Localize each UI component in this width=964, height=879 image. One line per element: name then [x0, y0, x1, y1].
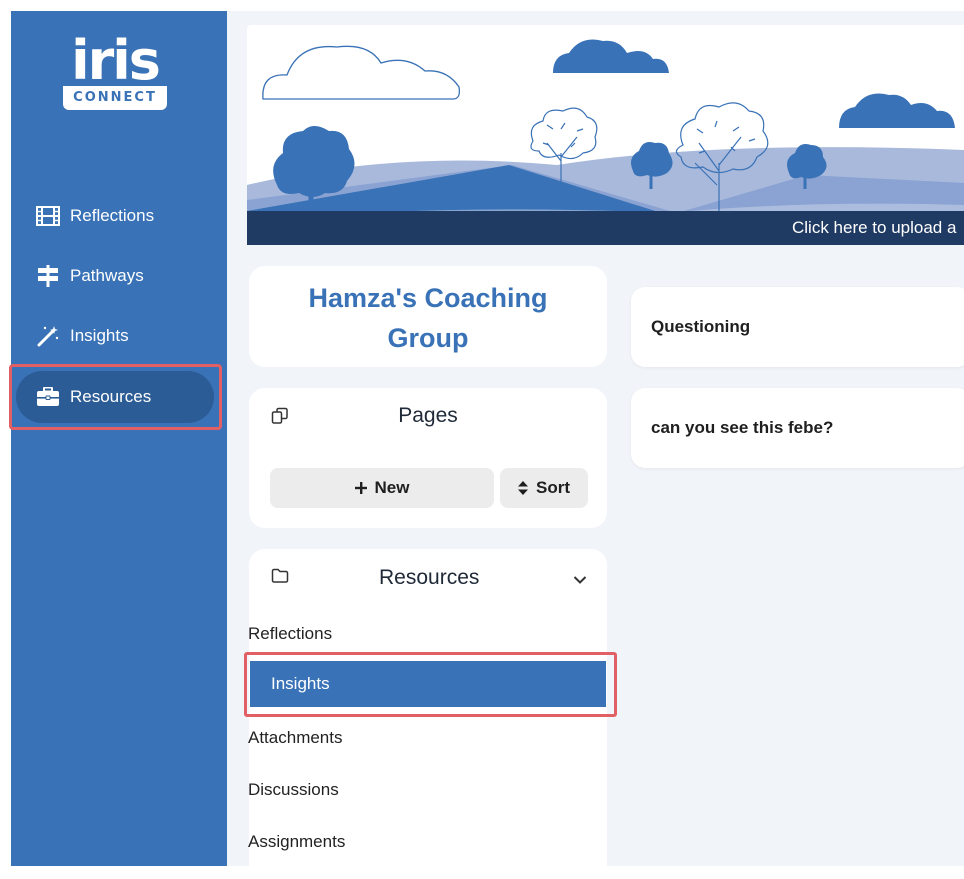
pages-panel: Pages New Sort	[249, 388, 607, 528]
page-card-questioning[interactable]: Questioning	[631, 287, 964, 367]
briefcase-icon	[36, 386, 60, 408]
pages-title: Pages	[398, 404, 458, 427]
page-card-title: can you see this febe?	[651, 418, 834, 437]
sidebar-item-label: Insights	[70, 326, 129, 345]
main-area: Click here to upload a Hamza's Coaching …	[227, 11, 964, 879]
sort-icon	[518, 481, 528, 495]
group-title: Hamza's Coaching Group	[308, 283, 548, 353]
sort-pages-button[interactable]: Sort	[500, 468, 588, 508]
resource-item-insights[interactable]: Insights	[250, 661, 606, 707]
chevron-down-icon[interactable]	[573, 572, 587, 590]
upload-cover-bar[interactable]: Click here to upload a	[247, 211, 964, 245]
logo-badge: CONNECT	[63, 86, 167, 110]
resources-title: Resources	[379, 566, 480, 589]
page-card-title: Questioning	[651, 317, 751, 336]
resource-item-discussions[interactable]: Discussions	[248, 780, 339, 800]
film-icon	[36, 205, 60, 227]
plus-icon	[354, 482, 367, 494]
sidebar-item-pathways[interactable]: Pathways	[16, 250, 214, 302]
sidebar: iris CONNECT Reflections Pathways Insigh…	[11, 11, 227, 866]
magic-wand-icon	[36, 325, 60, 347]
sort-pages-label: Sort	[536, 478, 570, 497]
sidebar-item-resources[interactable]: Resources	[16, 371, 214, 423]
sidebar-item-insights[interactable]: Insights	[16, 310, 214, 362]
sidebar-item-label: Pathways	[70, 266, 144, 285]
logo-word: iris	[71, 29, 161, 92]
resource-item-assignments[interactable]: Assignments	[248, 832, 345, 852]
page-card-febe[interactable]: can you see this febe?	[631, 388, 964, 468]
resources-panel: Resources	[249, 549, 607, 879]
new-page-button[interactable]: New	[270, 468, 494, 508]
new-page-label: New	[374, 478, 410, 497]
iris-connect-logo[interactable]: iris CONNECT	[63, 29, 167, 113]
sidebar-item-label: Resources	[70, 387, 152, 406]
sidebar-item-label: Reflections	[70, 206, 155, 225]
upload-cover-text: Click here to upload a	[792, 218, 957, 237]
group-banner[interactable]: Click here to upload a	[247, 25, 964, 245]
resource-item-reflections[interactable]: Reflections	[248, 624, 332, 644]
folder-icon	[271, 568, 289, 589]
resource-item-attachments[interactable]: Attachments	[248, 728, 343, 748]
sidebar-item-reflections[interactable]: Reflections	[16, 190, 214, 242]
signpost-icon	[36, 265, 60, 287]
group-title-card: Hamza's Coaching Group	[249, 266, 607, 367]
